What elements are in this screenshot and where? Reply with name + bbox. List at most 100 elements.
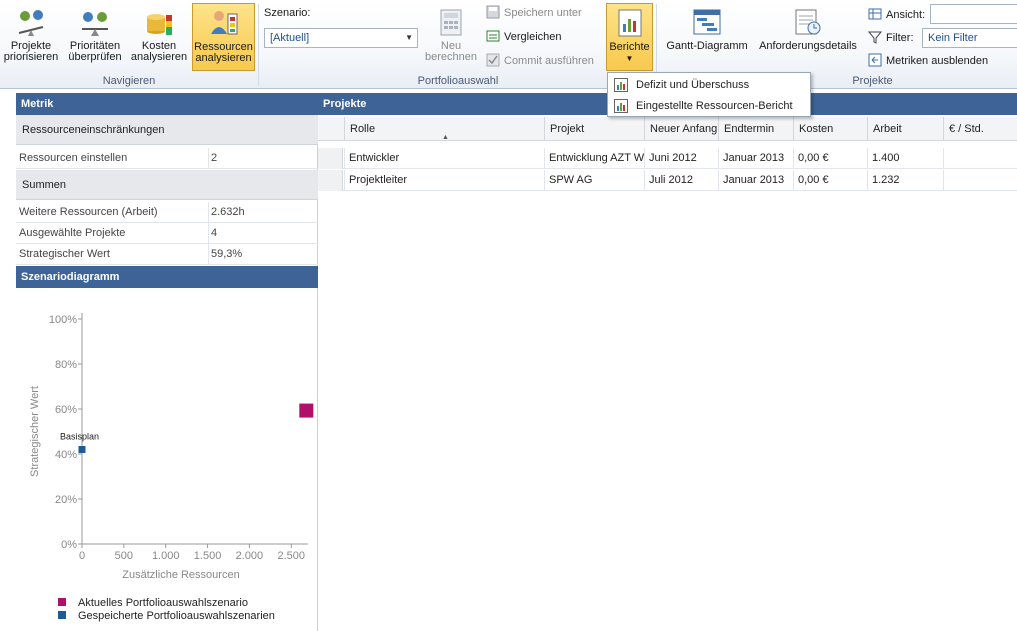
view-icon [868,8,882,20]
chevron-down-icon: ▼ [625,54,634,63]
column-header-new-start[interactable]: Neuer Anfang [644,117,718,141]
column-header-work[interactable]: Arbeit [867,117,943,141]
scenario-select-value: [Aktuell] [270,32,310,44]
legend-swatch [58,598,66,606]
projects-table-header: Rolle ▲ Projekt Neuer Anfang Endtermin K… [318,117,1017,141]
scenario-select[interactable]: [Aktuell] ▼ [264,28,418,48]
legend-entry: Aktuelles Portfolioauswahlszenario [78,597,248,609]
row-selector[interactable] [318,170,343,191]
data-point [299,403,314,418]
ribbon: Projekte priorisieren Prioritäten überpr… [0,0,1017,89]
cell-role: Entwickler [344,148,544,169]
column-header-rate[interactable]: € / Std. [943,117,1017,141]
filter-select[interactable]: Kein Filter [922,28,1017,48]
group-label-navigate: Navigieren [102,75,156,87]
prioritize-icon [18,10,44,36]
column-header-project[interactable]: Projekt [544,117,644,141]
x-axis-label: Zusätzliche Ressourcen [122,569,239,581]
x-tick-label: 500 [115,550,133,562]
metric-key: Weitere Ressourcen (Arbeit) [19,206,158,218]
group-label-portfolio: Portfolioauswahl [417,75,499,87]
legend-entry: Gespeicherte Portfolioauswahlszenarien [78,610,275,622]
y-tick-label: 100% [49,314,77,326]
metric-value: 2.632h [208,202,245,223]
y-axis-label: Strategischer Wert [29,386,41,477]
calculator-icon [440,9,462,36]
group-separator [258,4,259,86]
cell-rate [943,148,1017,169]
recalculate-button[interactable]: Neu berechnen [422,3,480,71]
metric-key: Ressourcen einstellen [19,152,128,164]
y-tick-label: 40% [55,449,77,461]
sort-ascending-icon: ▲ [442,134,449,141]
cell-costs: 0,00 € [793,170,867,191]
metric-row: Strategischer Wert 59,3% [16,244,318,265]
cell-end-date: Januar 2013 [718,148,793,169]
scenario-chart-header: Szenariodiagramm [16,266,318,288]
gantt-chart-button[interactable]: Gantt-Diagramm [662,3,752,71]
row-selector[interactable] [318,148,343,169]
metrics-panel: Metrik Ressourceneinschränkungen Ressour… [16,93,318,631]
cell-work: 1.232 [867,170,943,191]
table-row[interactable]: Projektleiter SPW AG Juli 2012 Januar 20… [318,170,1017,191]
cell-work: 1.400 [867,148,943,169]
row-selector-header [318,117,344,141]
compare-icon [486,30,500,42]
scenario-chart: 0% 20% 40% 60% 80% 100% 0 500 1.000 1.500 2.000 2.5… [29,313,314,622]
scale-icon [82,12,108,36]
gantt-icon [693,9,721,35]
cell-new-start: Juni 2012 [644,148,718,169]
coins-icon [147,14,172,35]
report-icon [614,78,628,92]
column-header-end-date[interactable]: Endtermin [718,117,793,141]
save-icon [486,5,500,19]
requirement-details-button[interactable]: Anforderungsdetails [754,3,862,71]
requirements-icon [795,9,821,35]
data-point [78,446,86,453]
left-gutter [0,89,16,631]
cell-costs: 0,00 € [793,148,867,169]
view-label: Ansicht: [868,6,925,24]
section-resource-constraints: Ressourceneinschränkungen [16,115,318,145]
x-tick-label: 0 [79,550,85,562]
y-tick-label: 20% [55,494,77,506]
menu-item-hired-resources-report[interactable]: Eingestellte Ressourcen-Bericht [609,96,809,116]
y-tick-label: 0% [61,539,77,551]
cell-end-date: Januar 2013 [718,170,793,191]
metric-key: Ausgewählte Projekte [19,227,126,239]
cell-new-start: Juli 2012 [644,170,718,191]
hide-metrics-icon [868,53,882,67]
point-label: Basisplan [60,432,99,442]
review-priorities-button[interactable]: Prioritäten überprüfen [64,3,126,71]
x-tick-label: 2.500 [277,550,305,562]
analyze-costs-button[interactable]: Kosten analysieren [128,3,190,71]
filter-select-value: Kein Filter [928,32,978,44]
y-tick-label: 80% [55,359,77,371]
prioritize-projects-button[interactable]: Projekte priorisieren [0,3,62,71]
metric-value[interactable]: 2 [208,148,217,169]
metric-row: Weitere Ressourcen (Arbeit) 2.632h [16,202,318,223]
metric-value: 59,3% [208,244,242,265]
column-header-role[interactable]: Rolle ▲ [344,117,544,141]
report-chart-icon [618,9,641,37]
save-as-button[interactable]: Speichern unter [486,4,582,22]
metric-row: Ressourcen einstellen 2 [16,148,318,169]
cell-project: SPW AG [544,170,644,191]
table-row[interactable]: Entwickler Entwicklung AZT We Juni 2012 … [318,148,1017,169]
hide-metrics-button[interactable]: Metriken ausblenden [868,52,988,70]
filter-label: Filter: [868,29,914,47]
chevron-down-icon: ▼ [405,33,413,42]
metrics-header: Metrik [16,93,318,115]
projects-panel: Projekte Rolle ▲ Projekt Neuer Anfang En… [318,93,1017,631]
compare-button[interactable]: Vergleichen [486,28,562,46]
menu-item-deficit-surplus[interactable]: Defizit und Überschuss [609,75,809,95]
column-header-costs[interactable]: Kosten [793,117,867,141]
report-icon [614,99,628,113]
analyze-resources-button[interactable]: Ressourcen analysieren [192,3,255,71]
view-select[interactable] [930,4,1017,24]
commit-button[interactable]: Commit ausführen [486,52,594,70]
metric-key: Strategischer Wert [19,248,110,260]
reports-button[interactable]: Berichte ▼ [606,3,653,71]
x-tick-label: 1.500 [194,550,222,562]
y-tick-label: 60% [55,404,77,416]
